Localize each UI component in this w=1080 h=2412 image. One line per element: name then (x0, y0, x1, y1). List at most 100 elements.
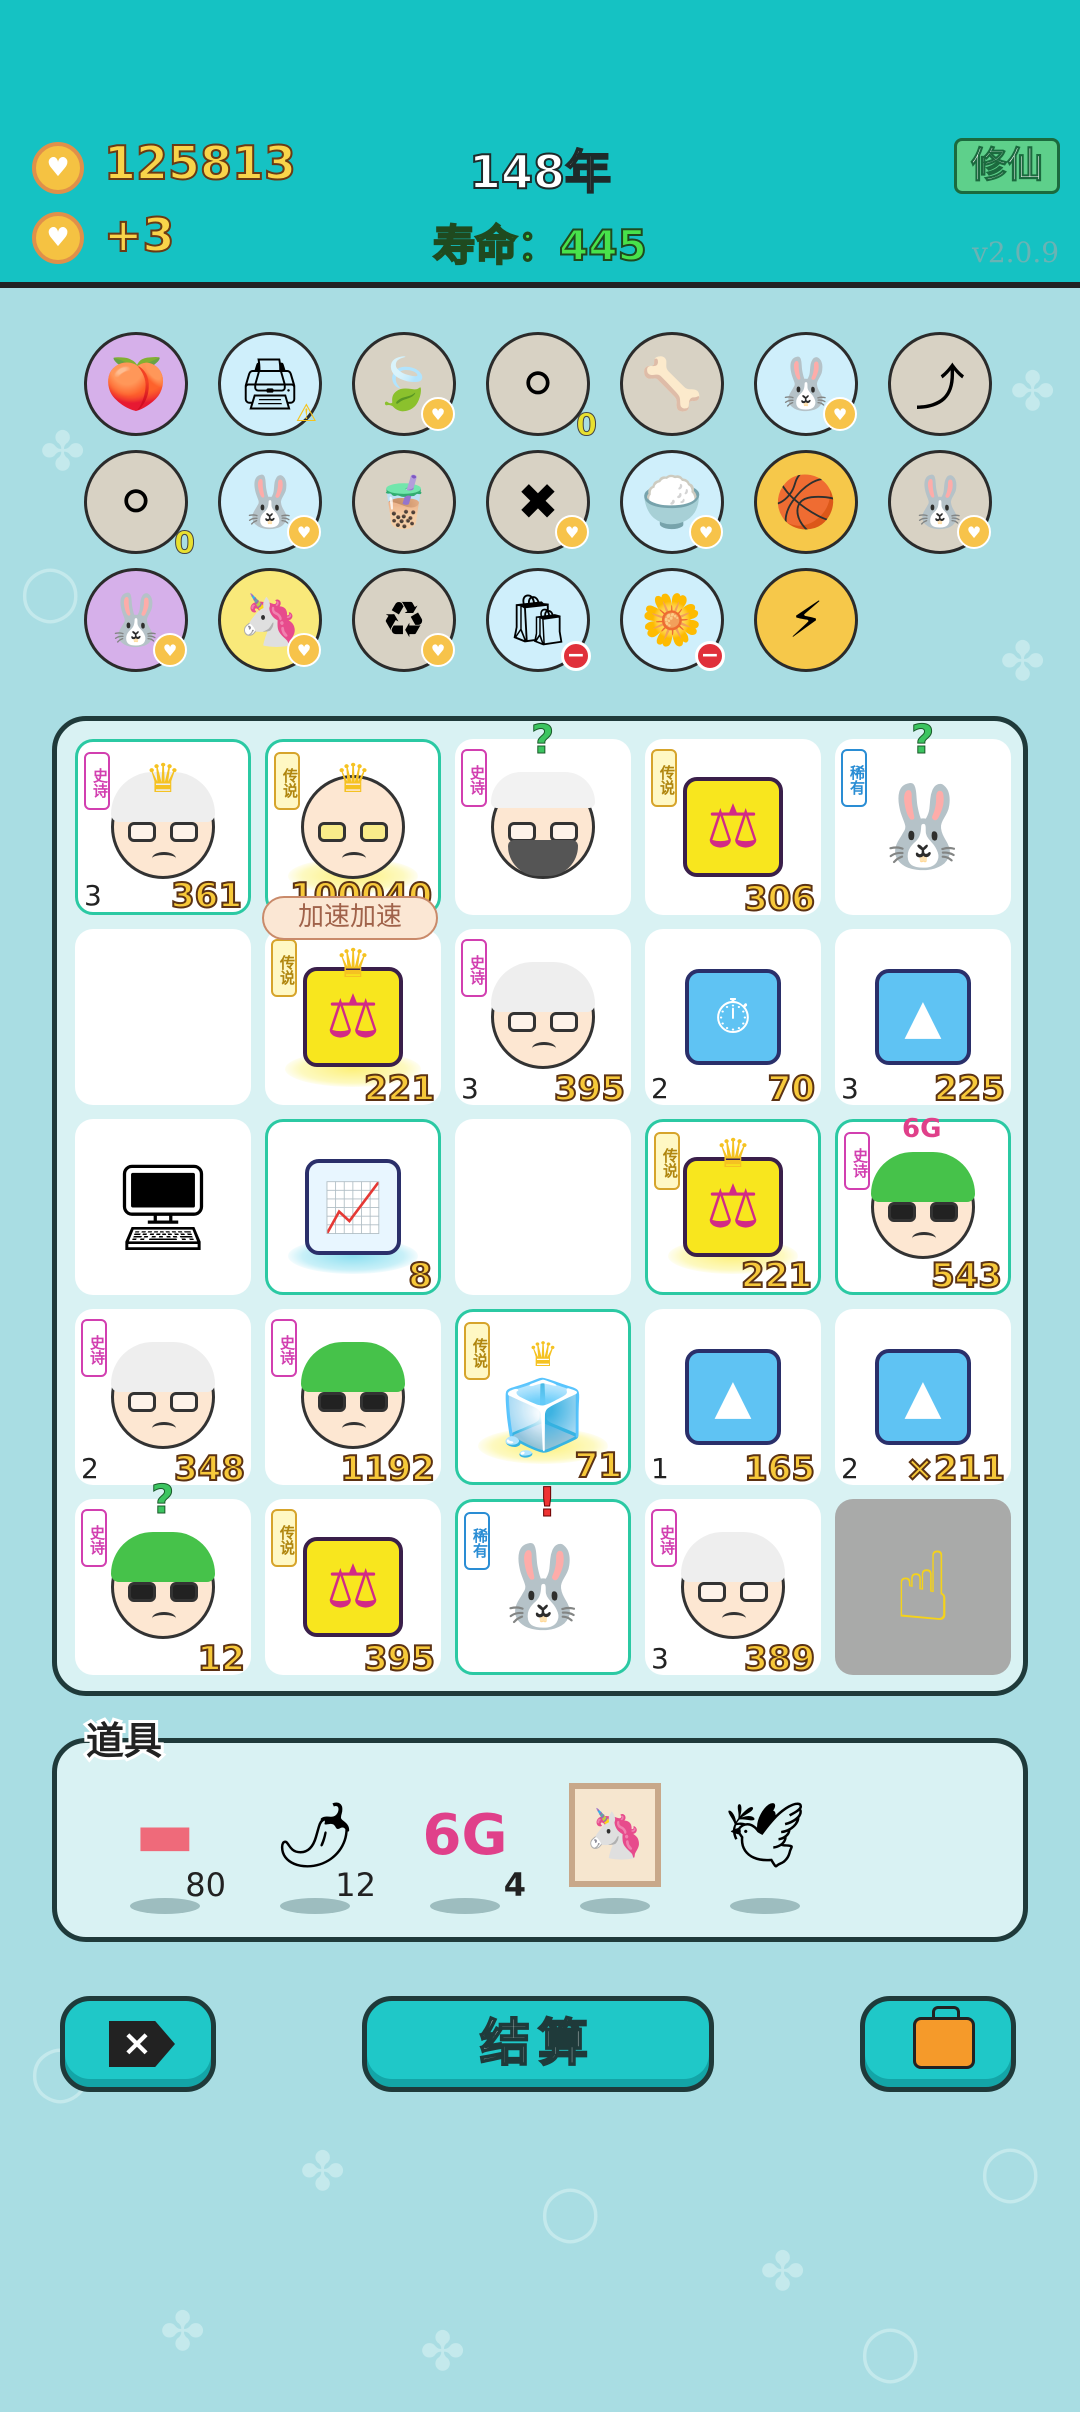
board-cell[interactable]: ? 🐰 稀有 (835, 717, 1011, 915)
unicorn-frame-icon[interactable]: 🦄 (560, 1780, 670, 1914)
board-cell[interactable]: ! 🐰 稀有 (455, 1480, 631, 1675)
lightning-icon[interactable]: ⚡ (754, 568, 858, 672)
board-cell[interactable]: ▲ 2 ×211 (835, 1309, 1011, 1490)
cell-value: 1192 (339, 1448, 436, 1490)
heart-badge-icon: ♥ (957, 515, 991, 549)
refresh-icon[interactable]: ♻ ♥ (352, 568, 456, 672)
rice-bowl-icon[interactable]: 🍚 ♥ (620, 450, 724, 554)
board-cell[interactable]: ⚖ 传说 395 (265, 1499, 441, 1680)
monitor-icon: 🖥 (109, 1157, 217, 1256)
board-cell-empty[interactable] (75, 929, 251, 1105)
lifespan-value: 445 (558, 220, 648, 271)
speed-up-bubble[interactable]: 加速加速 (262, 896, 438, 940)
board-cell[interactable]: ▲ 1 165 (645, 1309, 821, 1490)
version-label: v2.0.9 (972, 236, 1060, 269)
heart-badge-icon: ♥ (421, 633, 455, 667)
sunglasses-fruit-icon[interactable]: 🍑 (84, 332, 188, 436)
heart-badge-icon: ♥ (555, 515, 589, 549)
scale-icon: ♛ ⚖ (303, 941, 403, 1067)
cell-count: 2 (81, 1452, 99, 1485)
bunny-icon[interactable]: 🐰 ♥ (754, 332, 858, 436)
cell-value: 8 (407, 1255, 433, 1297)
flower-pot-icon[interactable]: 🌼 − (620, 568, 725, 672)
board-cell[interactable]: ♛ 史诗 3 361 (75, 739, 251, 917)
prop-count: 80 (185, 1866, 226, 1904)
board-cell[interactable]: ♛ 🧊 传说 71 (455, 1309, 631, 1487)
bag-button[interactable] (860, 1996, 1016, 2092)
tool-count: 0 (576, 408, 598, 444)
green-cap-man-icon (871, 1152, 975, 1259)
6g-icon[interactable]: 6G 4 (410, 1780, 526, 1914)
board-cell[interactable]: ? 史诗 (455, 717, 631, 915)
cell-count: 3 (461, 1072, 479, 1105)
egg-tray-icon[interactable]: ⚪ 0 (486, 332, 597, 444)
board-cell[interactable]: ♛ 传说 100040 (265, 739, 441, 917)
cell-value: 225 (933, 1068, 1006, 1110)
briefcase-icon (913, 2006, 975, 2069)
heart-badge-icon: ♥ (153, 633, 187, 667)
board-cell[interactable]: ♛ ⚖ 传说 221 (645, 1119, 821, 1297)
rarity-tag: 史诗 (461, 939, 487, 997)
bunny-icon[interactable]: 🐰 ♥ (218, 450, 322, 554)
leaf-icon[interactable]: 🍃 ♥ (352, 332, 456, 436)
lifespan: 寿命：445 (0, 212, 1080, 273)
heart-badge-icon: ♥ (823, 397, 857, 431)
pigeon-icon[interactable]: 🕊 (710, 1780, 820, 1914)
cell-value: 221 (363, 1068, 436, 1110)
board-cell[interactable]: 6G 史诗 543 (835, 1114, 1011, 1297)
board-cell[interactable]: ⚖ 传说 306 (645, 739, 821, 920)
arrow-card-icon[interactable]: ⤴ (888, 332, 992, 436)
board-cell[interactable]: 史诗 1192 (265, 1309, 441, 1490)
board-cell[interactable]: 📈 8 (265, 1119, 441, 1297)
rarity-tag: 史诗 (461, 749, 487, 807)
board-cell[interactable]: ? 史诗 12 (75, 1477, 251, 1680)
cell-count: 3 (841, 1072, 859, 1105)
rarity-tag: 史诗 (271, 1319, 297, 1377)
xiuxian-button[interactable]: 修仙 (954, 138, 1060, 194)
old-man-icon (111, 1342, 215, 1449)
old-man-icon (491, 962, 595, 1069)
top-bar-divider (0, 282, 1080, 288)
board-cell[interactable]: 史诗 2 348 (75, 1309, 251, 1490)
board-cell[interactable]: 史诗 3 389 (645, 1499, 821, 1680)
heart-badge-icon: ♥ (287, 515, 321, 549)
prop-count: 12 (335, 1866, 376, 1904)
cell-value: 221 (740, 1255, 813, 1297)
board-cell[interactable]: ♛ ⚖ 传说 221 (265, 929, 441, 1110)
rarity-tag: 传说 (271, 939, 297, 997)
bunny-icon[interactable]: 🐰 ♥ (888, 450, 992, 554)
milk-tea-icon[interactable]: 🧋 (352, 450, 456, 554)
props-title: 道具 (83, 1716, 165, 1766)
gold-bars-icon: ▲ (875, 1349, 971, 1445)
board-cell[interactable]: 史诗 3 395 (455, 929, 631, 1110)
close-button[interactable]: × (60, 1996, 216, 2092)
old-man-king-icon: ♛ (111, 756, 215, 879)
basketballs-icon[interactable]: 🏀 (754, 450, 858, 554)
board-cell[interactable]: ▲ 3 225 (835, 929, 1011, 1110)
growth-chart-icon: 📈 (305, 1159, 401, 1255)
liver-icon[interactable]: ▬ 80 (110, 1780, 226, 1914)
sack-icon[interactable]: 🛍 − (486, 568, 591, 672)
settle-button[interactable]: 结算 (362, 1996, 714, 2092)
rarity-tag: 史诗 (84, 752, 110, 810)
chili-pepper-icon[interactable]: 🌶 12 (260, 1780, 376, 1914)
printer-icon[interactable]: 🖨 ⚠ (218, 332, 322, 436)
minus-badge-icon: − (561, 641, 591, 671)
dog-bowl-icon[interactable]: 🦴 (620, 332, 724, 436)
rarity-tag: 史诗 (81, 1319, 107, 1377)
board-cell-empty[interactable] (455, 1119, 631, 1295)
board-cell[interactable]: ⏱ 2 70 (645, 929, 821, 1110)
cell-value: 165 (743, 1448, 816, 1490)
cell-value: 71 (574, 1445, 623, 1487)
board-cell[interactable]: 🖥 (75, 1119, 251, 1295)
green-cap-man-icon (111, 1532, 215, 1639)
rarity-tag: 史诗 (651, 1509, 677, 1567)
unicorn-icon[interactable]: 🦄 ♥ (218, 568, 322, 672)
egg-tray-icon[interactable]: ⚪ 0 (84, 450, 195, 562)
bunny-icon[interactable]: 🐰 ♥ (84, 568, 188, 672)
heart-badge-icon: ♥ (689, 515, 723, 549)
merge-board: ♛ 史诗 3 361 ♛ 传说 100040 ? 史诗 ⚖ 传说 306 ? 🐰… (52, 716, 1028, 1696)
old-man-icon (681, 1532, 785, 1639)
close-tag-icon[interactable]: ✖ ♥ (486, 450, 590, 554)
tap-hand-cell[interactable]: ☝ (835, 1499, 1011, 1675)
